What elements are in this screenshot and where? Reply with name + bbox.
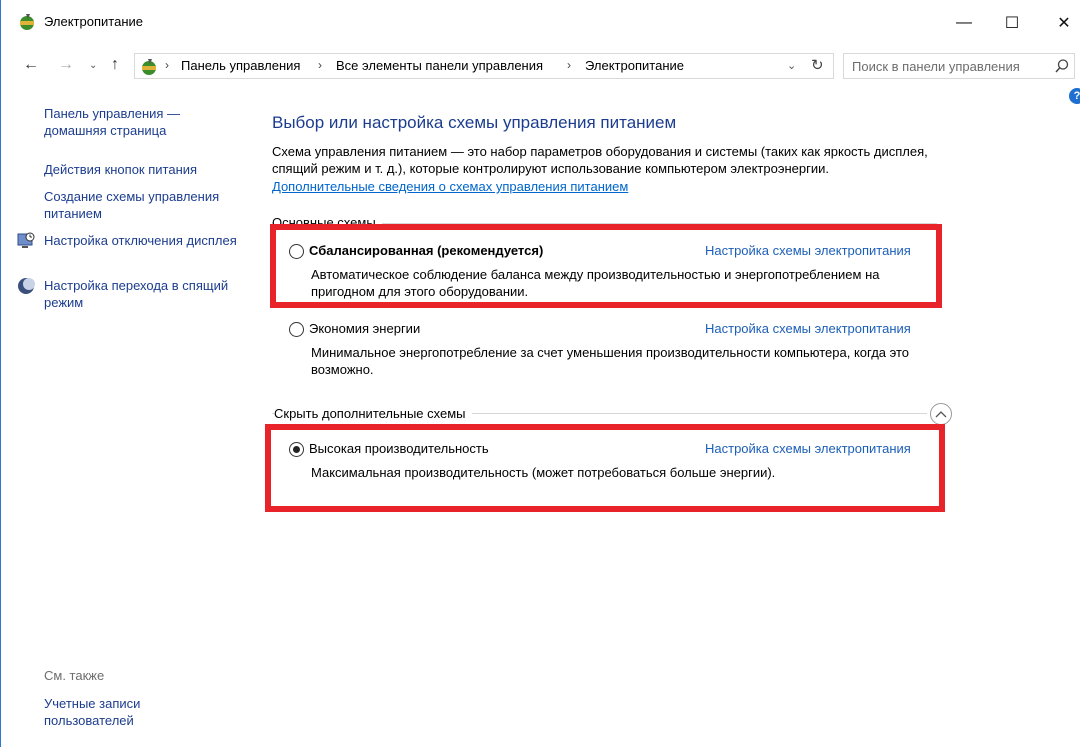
sidebar-item-power-buttons[interactable]: Действия кнопок питания [44,161,244,178]
plan-settings-link[interactable]: Настройка схемы электропитания [705,321,911,336]
page-title: Выбор или настройка схемы управления пит… [272,113,677,132]
up-button[interactable]: ↑ [111,56,119,74]
highlight-box [265,424,945,512]
breadcrumb-separator[interactable]: › [318,58,322,72]
highlight-box [270,224,942,308]
search-input[interactable] [844,54,1044,78]
address-bar[interactable]: › Панель управления › Все элементы панел… [134,53,834,79]
control-panel-icon [142,59,156,75]
see-also-heading: См. также [44,668,105,683]
plan-description: Минимальное энергопотребление за счет ум… [311,345,910,377]
window-title: Электропитание [44,14,143,29]
forward-button[interactable]: → [58,56,74,74]
plan-name[interactable]: Экономия энергии [309,321,420,336]
breadcrumb-separator: › [165,58,169,72]
maximize-button[interactable]: ☐ [989,0,1035,46]
power-options-icon [20,14,34,30]
sidebar-item-sleep[interactable]: Настройка перехода в спящий режим [44,277,244,311]
page-description: Схема управления питанием — это набор па… [272,144,928,176]
moon-icon [18,278,35,294]
radio-power-saver[interactable] [289,322,304,337]
sidebar-item-user-accounts[interactable]: Учетные записи пользователей [44,695,194,729]
collapse-icon[interactable] [930,403,952,425]
help-icon[interactable]: ? [1069,88,1080,104]
breadcrumb-separator[interactable]: › [567,58,571,72]
hide-extra-plans-toggle[interactable]: Скрыть дополнительные схемы [274,406,472,421]
sidebar-item-display-off[interactable]: Настройка отключения дисплея [44,232,244,249]
breadcrumb-power-options[interactable]: Электропитание [585,58,684,73]
address-dropdown-button[interactable]: ⌄ [787,59,796,72]
sidebar-home-link[interactable]: Панель управления — домашняя страница [44,105,244,139]
sidebar-item-create-plan[interactable]: Создание схемы управления питанием [44,188,244,222]
title-bar: Электропитание — ☐ ✕ [1,0,1080,46]
close-button[interactable]: ✕ [1041,0,1080,46]
minimize-button[interactable]: — [941,0,987,46]
search-box[interactable] [843,53,1075,79]
back-button[interactable]: ← [23,56,39,74]
control-panel-window: Электропитание — ☐ ✕ ← → ⌄ ↑ › Панель уп… [0,0,1080,747]
search-icon[interactable] [1054,58,1070,74]
display-icon [17,232,35,248]
more-info-link[interactable]: Дополнительные сведения о схемах управле… [272,179,628,194]
breadcrumb-control-panel[interactable]: Панель управления [181,58,300,73]
navigation-bar: ← → ⌄ ↑ › Панель управления › Все элемен… [1,50,1080,82]
plan-power-saver: Экономия энергии Настройка схемы электро… [289,321,939,381]
breadcrumb-all-items[interactable]: Все элементы панели управления [336,58,543,73]
recent-locations-dropdown[interactable]: ⌄ [89,60,97,71]
refresh-button[interactable]: ↻ [811,56,824,74]
